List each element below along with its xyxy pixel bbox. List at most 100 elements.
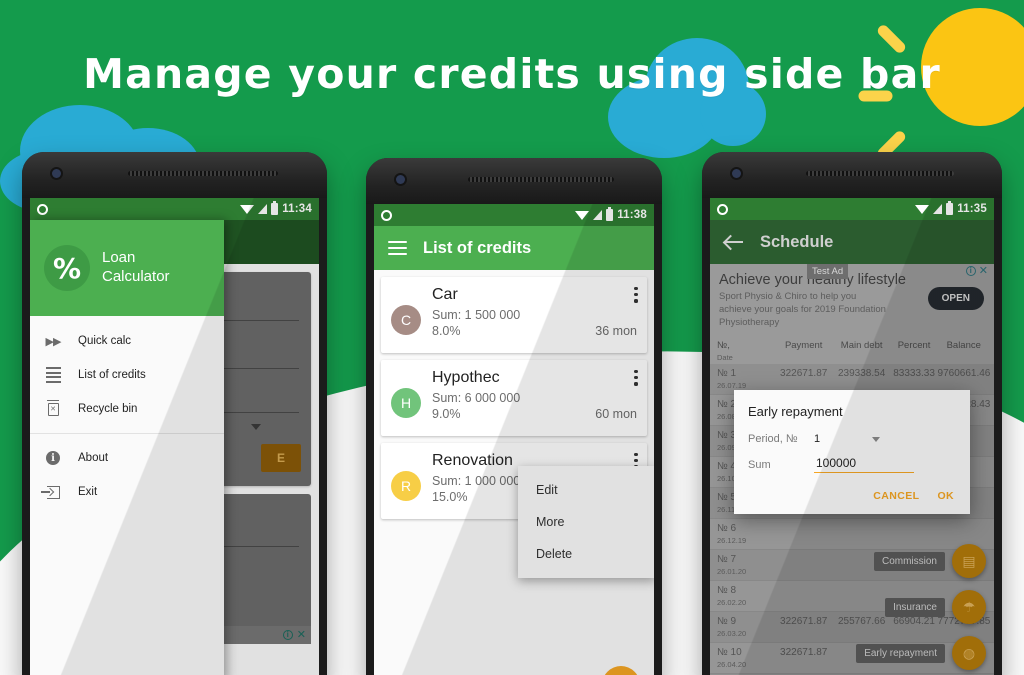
fast-forward-icon: ▶▶ <box>45 335 62 348</box>
info-icon: i <box>44 449 62 467</box>
ad-close-icon[interactable]: ✕ <box>979 266 988 277</box>
drawer-item-about[interactable]: i About <box>30 441 224 475</box>
column-header-no: №, <box>717 340 730 352</box>
row-payment <box>775 523 833 545</box>
ok-button[interactable]: OK <box>937 490 954 502</box>
app-name: Loan Calculator <box>102 249 170 287</box>
row-date: 26.02.20 <box>717 598 747 608</box>
row-date: 26.03.20 <box>717 629 747 639</box>
phone1-calculate-button[interactable]: E <box>260 444 301 472</box>
record-dot-icon <box>37 203 48 215</box>
phone1-status-bar: 11:34 <box>30 198 319 220</box>
wifi-icon <box>575 210 590 220</box>
fab-early-repayment[interactable]: Early repayment ◍ <box>856 636 986 670</box>
overflow-menu-icon[interactable] <box>634 370 638 386</box>
cancel-button[interactable]: CANCEL <box>873 490 919 502</box>
add-credit-fab[interactable] <box>602 666 640 675</box>
credit-sum: Sum: 6 000 000 <box>432 391 521 405</box>
row-payment: 322671.87 <box>780 616 828 628</box>
coins-icon[interactable]: ◍ <box>952 636 986 670</box>
fab-label: Insurance <box>885 597 945 617</box>
column-header-payment: Payment <box>784 340 823 352</box>
drawer-item-list-of-credits[interactable]: List of credits <box>30 358 224 392</box>
drawer-item-label: Recycle bin <box>78 403 138 415</box>
ad-open-button[interactable]: OPEN <box>927 287 984 310</box>
dialog-sum-row: Sum 100000 <box>748 456 956 473</box>
ad-info-icon[interactable]: i <box>965 266 976 276</box>
phone1-bezel <box>22 152 327 198</box>
row-payment: 322671.87 <box>780 647 828 659</box>
overflow-menu-icon[interactable] <box>634 287 638 303</box>
screen-glare-2 <box>374 204 654 675</box>
context-menu-item-delete[interactable]: Delete <box>518 538 654 570</box>
dialog-period-row: Period, № 1 <box>748 433 956 445</box>
phone3-status-bar: 11:35 <box>710 198 994 220</box>
context-menu-item-edit[interactable]: Edit <box>518 474 654 506</box>
trash-icon: ✕ <box>44 399 62 418</box>
credit-name: Hypothec <box>432 369 500 386</box>
wifi-icon <box>240 204 255 214</box>
ad-info-icon[interactable]: i <box>282 630 293 640</box>
credit-name: Car <box>432 286 458 303</box>
drawer-item-recycle-bin[interactable]: ✕ Recycle bin <box>30 392 224 426</box>
avatar: R <box>391 471 421 501</box>
umbrella-icon[interactable]: ☂ <box>952 590 986 624</box>
drawer-divider <box>30 433 224 434</box>
credit-card-car[interactable]: C Car Sum: 1 500 000 8.0% 36 mon <box>381 277 647 353</box>
row-number: № 8 <box>717 585 737 597</box>
row-date: 26.12.19 <box>717 536 747 546</box>
drawer-header: % Loan Calculator <box>30 220 224 316</box>
phone-mockup-3: 11:35 Schedule Test Ad i ✕ Achieve your … <box>702 152 1002 675</box>
row-balance: 9760661.46 <box>937 368 991 380</box>
ad-title: Achieve your healthy lifestyle <box>719 272 906 288</box>
receipt-icon[interactable]: ▤ <box>952 544 986 578</box>
ad-banner[interactable]: Test Ad i ✕ Achieve your healthy lifesty… <box>710 264 994 337</box>
avatar: C <box>391 305 421 335</box>
phone2-screen: 11:38 List of credits C Car Sum: 1 500 0… <box>374 204 654 675</box>
sum-input[interactable]: 100000 <box>814 456 914 473</box>
app-name-line1: Loan <box>102 249 136 267</box>
earpiece-speaker <box>128 171 278 176</box>
drawer-item-label: About <box>78 452 109 464</box>
page-title: Schedule <box>760 232 834 251</box>
fab-label: Early repayment <box>856 643 945 663</box>
back-arrow-icon[interactable] <box>724 232 744 252</box>
row-number: № 10 <box>717 647 742 659</box>
period-value[interactable]: 1 <box>814 433 820 445</box>
credit-rate: 8.0% <box>432 324 461 338</box>
ad-close-icon[interactable]: ✕ <box>297 630 306 641</box>
context-menu-item-more[interactable]: More <box>518 506 654 538</box>
credit-sum: Sum: 1 500 000 <box>432 308 521 322</box>
drawer-item-exit[interactable]: Exit <box>30 475 224 509</box>
phone2-bezel <box>366 158 662 204</box>
hamburger-menu-icon[interactable] <box>388 240 407 256</box>
phone3-content: Schedule Test Ad i ✕ Achieve your health… <box>710 220 994 675</box>
credit-rate: 9.0% <box>432 407 461 421</box>
wifi-icon <box>915 204 930 214</box>
row-payment: 322671.87 <box>780 368 828 380</box>
drawer-item-label: List of credits <box>78 369 146 381</box>
page-title: List of credits <box>423 238 532 257</box>
row-number: № 7 <box>717 554 737 566</box>
fab-insurance[interactable]: Insurance ☂ <box>856 590 986 624</box>
fab-commission[interactable]: Commission ▤ <box>856 544 986 578</box>
credit-card-hypothec[interactable]: H Hypothec Sum: 6 000 000 9.0% 60 mon <box>381 360 647 436</box>
earpiece-speaker <box>468 177 614 182</box>
front-camera-icon <box>396 175 405 184</box>
phone2-status-bar: 11:38 <box>374 204 654 226</box>
status-time: 11:35 <box>957 203 987 215</box>
drawer-item-quick-calc[interactable]: ▶▶ Quick calc <box>30 324 224 358</box>
phone1-screen: 11:34 E i ✕ % Loan Calculator ▶▶ Quick c… <box>30 198 319 675</box>
chevron-down-icon[interactable] <box>872 436 881 442</box>
schedule-table-header: №, Date Payment Main debt Percent Balanc… <box>710 336 994 365</box>
row-percent: 83333.33 <box>893 368 935 380</box>
credit-rate: 15.0% <box>432 490 468 504</box>
battery-icon <box>946 200 954 215</box>
period-label: Period, № <box>748 433 798 445</box>
drawer-item-label: Quick calc <box>78 335 132 347</box>
phone-mockup-1: 11:34 E i ✕ % Loan Calculator ▶▶ Quick c… <box>22 152 327 675</box>
row-date: 26.04.20 <box>717 660 747 670</box>
promo-stage: Manage your credits using side bar 11:34 <box>0 0 1024 675</box>
phone3-app-bar: Schedule <box>710 220 994 264</box>
exit-icon <box>40 483 62 501</box>
